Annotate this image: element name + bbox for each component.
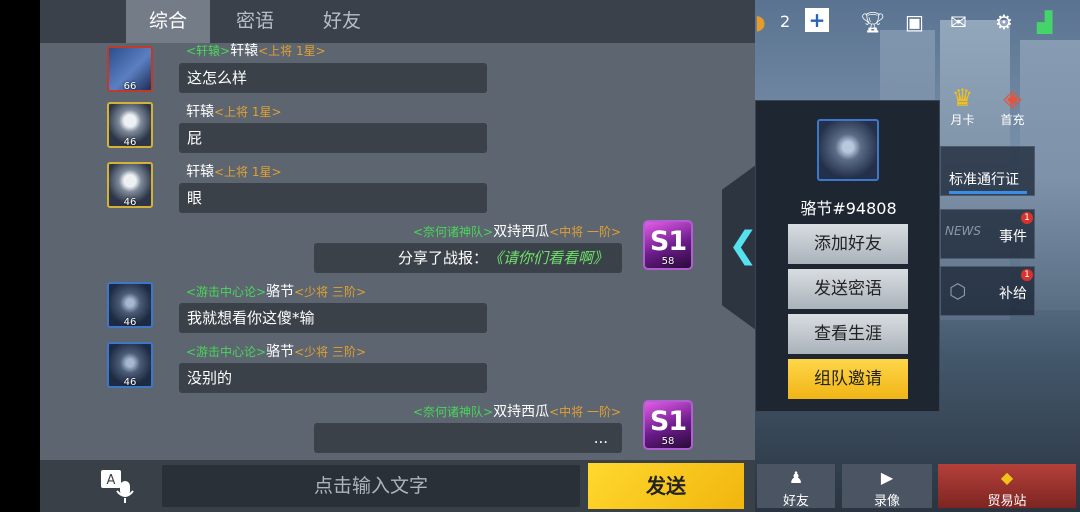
replay-nav-label: 录像 [873, 494, 900, 509]
rank-tag: <上将 1星> [258, 44, 326, 58]
message-bubble: 没别的 [179, 363, 487, 393]
crate-icon: ⬡ [949, 279, 967, 303]
pass-progress-bar [949, 191, 1027, 194]
news-icon: NEWS [945, 224, 982, 238]
trade-station-label: 贸易站 [987, 494, 1027, 509]
guild-tag: <轩辕> [186, 44, 231, 58]
supply-label: 补给 [999, 286, 1027, 302]
chat-tabs: 综合 密语 好友 [40, 0, 755, 43]
sender-line: 轩辕<上将 1星> [186, 161, 282, 181]
gold-coins-icon: ◆ [1000, 468, 1014, 487]
events-badge: 1 [1021, 212, 1033, 224]
avatar[interactable]: 46 [107, 162, 153, 208]
profile-username: 骆节#94808 [800, 199, 897, 218]
supply-button[interactable]: ⬡ 补给 1 [940, 266, 1035, 316]
guild-tag: <游击中心论> [186, 285, 267, 299]
sender-name[interactable]: 骆节 [266, 284, 294, 300]
battle-pass-button[interactable]: 标准通行证 [940, 146, 1035, 196]
sender-line: <轩辕>轩辕<上将 1星> [186, 43, 326, 60]
add-currency-icon[interactable]: + [805, 8, 829, 32]
message-bubble: 我就想看你这傻*输 [179, 303, 487, 333]
message-bubble: ... [314, 423, 622, 453]
svg-text:A: A [107, 473, 116, 488]
voice-input-icon[interactable]: A [98, 467, 136, 505]
battle-report-link[interactable]: 《请你们看看啊》 [488, 249, 608, 267]
crown-icon: ♛ [951, 84, 974, 112]
profile-avatar [817, 119, 879, 181]
chevron-left-icon: ❮ [728, 225, 759, 266]
currency-icon: ◗ [755, 10, 766, 34]
guild-tag: <奈何诸神队> [413, 405, 494, 419]
team-invite-button[interactable]: 组队邀请 [788, 359, 908, 399]
sender-line: 轩辕<上将 1星> [186, 101, 282, 121]
first-charge-button[interactable]: ◈ 首充 [990, 85, 1035, 130]
sender-line: <游击中心论>骆节<少将 三阶> [186, 281, 366, 301]
tab-whisper[interactable]: 密语 [213, 0, 297, 43]
message-bubble: 眼 [179, 183, 487, 213]
avatar[interactable]: 46 [107, 342, 153, 388]
avatar[interactable]: 66 [107, 46, 153, 92]
sender-line: <奈何诸神队>双持西瓜<中将 一阶> [413, 221, 621, 241]
add-friend-button[interactable]: 添加好友 [788, 224, 908, 264]
sender-name[interactable]: 骆节 [266, 344, 294, 360]
rank-tag: <少将 三阶> [294, 345, 367, 359]
sender-name[interactable]: 轩辕 [230, 43, 258, 59]
rank-tag: <中将 一阶> [549, 405, 622, 419]
sender-name[interactable]: 轩辕 [186, 164, 214, 180]
sender-line: <奈何诸神队>双持西瓜<中将 一阶> [413, 401, 621, 421]
rank-tag: <中将 一阶> [549, 225, 622, 239]
guild-tag: <游击中心论> [186, 345, 267, 359]
message-bubble: 分享了战报：《请你们看看啊》 [314, 243, 622, 273]
player-profile-card: 骆节#94808 添加好友 发送密语 查看生涯 组队邀请 [755, 100, 940, 412]
tab-general[interactable]: 综合 [126, 0, 210, 43]
sender-line: <游击中心论>骆节<少将 三阶> [186, 341, 366, 361]
sender-name[interactable]: 双持西瓜 [493, 224, 549, 240]
s1-badge-avatar[interactable]: S1 58 [643, 400, 693, 450]
friends-nav-label: 好友 [782, 494, 809, 509]
avatar[interactable]: 46 [107, 102, 153, 148]
replay-nav-button[interactable]: ▶ 录像 [842, 464, 932, 509]
chat-input-bar: A 点击输入文字 发送 [40, 460, 755, 512]
message-list: 66 <轩辕>轩辕<上将 1星> 这怎么样 46 轩辕<上将 1星> 屁 46 … [40, 43, 755, 460]
video-icon: ▶ [880, 468, 894, 487]
first-charge-label: 首充 [1000, 113, 1025, 127]
view-career-button[interactable]: 查看生涯 [788, 314, 908, 354]
battle-pass-label: 标准通行证 [949, 172, 1019, 188]
collapse-panel-button[interactable]: ❮ [722, 165, 756, 330]
tab-friends[interactable]: 好友 [300, 0, 384, 43]
trophy-icon[interactable]: 🏆︎ [860, 10, 885, 34]
person-icon: ♟ [788, 468, 804, 487]
chat-input-field[interactable]: 点击输入文字 [162, 465, 580, 507]
avatar[interactable]: 46 [107, 282, 153, 328]
events-button[interactable]: NEWS 事件 1 [940, 209, 1035, 259]
rank-tag: <少将 三阶> [294, 285, 367, 299]
monthly-card-button[interactable]: ♛ 月卡 [940, 85, 985, 130]
supply-badge: 1 [1021, 269, 1033, 281]
gear-icon[interactable]: ⚙ [995, 10, 1013, 34]
signal-icon: ▟ [1037, 10, 1053, 34]
rank-tag: <上将 1星> [214, 105, 282, 119]
mail-icon[interactable]: ✉ [950, 10, 967, 34]
rank-tag: <上将 1星> [214, 165, 282, 179]
left-black-bar [0, 0, 40, 512]
sender-name[interactable]: 轩辕 [186, 104, 214, 120]
send-whisper-button[interactable]: 发送密语 [788, 269, 908, 309]
share-text: 分享了战报： [397, 249, 488, 267]
send-button[interactable]: 发送 [588, 463, 744, 509]
events-label: 事件 [999, 229, 1027, 245]
guild-tag: <奈何诸神队> [413, 225, 494, 239]
message-bubble: 屁 [179, 123, 487, 153]
currency-count: 2 [780, 12, 791, 31]
gift-icon: ◈ [1003, 84, 1022, 112]
friends-nav-button[interactable]: ♟ 好友 [757, 464, 835, 509]
sender-name[interactable]: 双持西瓜 [493, 404, 549, 420]
monthly-label: 月卡 [950, 113, 975, 127]
cubes-icon[interactable]: ▣ [905, 10, 924, 34]
s1-badge-avatar[interactable]: S1 58 [643, 220, 693, 270]
trade-station-nav-button[interactable]: ◆ 贸易站 [938, 464, 1076, 509]
chat-panel: 综合 密语 好友 66 <轩辕>轩辕<上将 1星> 这怎么样 46 轩辕<上将 … [40, 0, 755, 512]
message-bubble: 这怎么样 [179, 63, 487, 93]
top-status-bar: ◗ 2 + 🏆︎ ▣ ✉ ⚙ ▟ [755, 0, 1080, 44]
